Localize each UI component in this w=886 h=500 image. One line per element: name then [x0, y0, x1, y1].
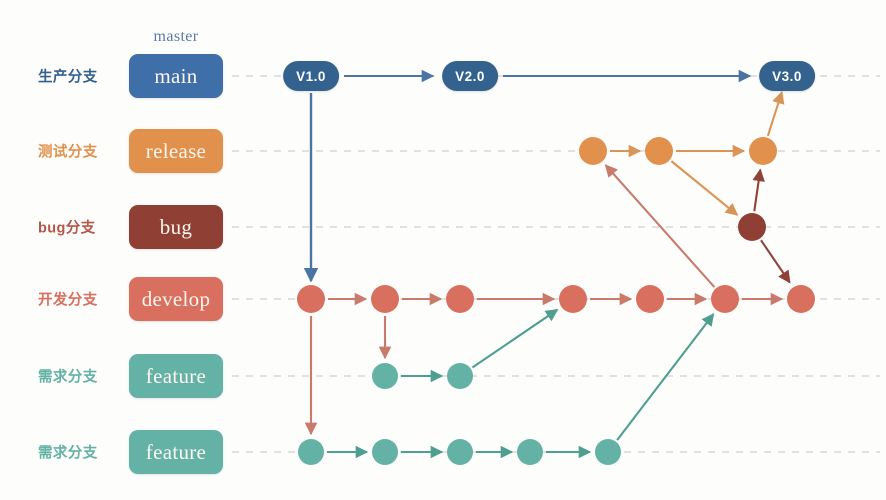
commit-node-develop-4[interactable] [559, 285, 587, 313]
edge-feature-a-merge-develop [471, 308, 559, 369]
commit-node-develop-5[interactable] [636, 285, 664, 313]
commit-node-feature_b-2[interactable] [372, 439, 398, 465]
commit-node-feature_b-1[interactable] [298, 439, 324, 465]
commit-node-develop-2[interactable] [371, 285, 399, 313]
edge-release-to-v3 [766, 90, 785, 137]
edge-feature-b-merge-develop [616, 313, 715, 441]
commit-node-feature_a-2[interactable] [447, 363, 473, 389]
version-tag-v2-0[interactable]: V2.0 [442, 61, 498, 91]
commit-node-develop-7[interactable] [787, 285, 815, 313]
row-label-feature_a: 需求分支 [38, 369, 98, 386]
commit-edges [303, 69, 791, 459]
branch-box-release[interactable]: release [129, 129, 223, 173]
row-label-bug: bug分支 [38, 220, 96, 237]
branch-box-feature_a[interactable]: feature [129, 354, 223, 398]
commit-node-develop-1[interactable] [297, 285, 325, 313]
commit-node-feature_a-1[interactable] [372, 363, 398, 389]
version-tag-v3-0[interactable]: V3.0 [759, 61, 815, 91]
commit-node-feature_b-4[interactable] [517, 439, 543, 465]
commit-node-bug-1[interactable] [738, 213, 766, 241]
commit-node-feature_b-3[interactable] [447, 439, 473, 465]
git-branch-diagram: 生产分支 测试分支 bug分支 开发分支 需求分支 需求分支 main release bug… [0, 0, 886, 500]
edge-bug-to-release [752, 168, 765, 212]
commit-node-feature_b-5[interactable] [595, 439, 621, 465]
row-label-main: 生产分支 [38, 69, 98, 86]
version-tag-v1-0[interactable]: V1.0 [283, 61, 339, 91]
branch-box-develop[interactable]: develop [129, 277, 223, 321]
row-label-feature_b: 需求分支 [38, 445, 98, 462]
edge-bug-to-develop [760, 239, 791, 284]
commit-node-release-1[interactable] [579, 137, 607, 165]
row-label-develop: 开发分支 [38, 292, 98, 309]
branch-box-feature_b[interactable]: feature [129, 430, 223, 474]
edge-release-to-bug [670, 160, 739, 216]
commit-node-release-2[interactable] [645, 137, 673, 165]
branch-box-main[interactable]: main [129, 54, 223, 98]
row-label-release: 测试分支 [38, 144, 98, 161]
commit-node-release-3[interactable] [749, 137, 777, 165]
commit-node-develop-6[interactable] [711, 285, 739, 313]
branch-box-bug[interactable]: bug [129, 205, 223, 249]
commit-node-develop-3[interactable] [446, 285, 474, 313]
row-guidelines [232, 75, 880, 453]
master-caption: master [153, 28, 199, 45]
